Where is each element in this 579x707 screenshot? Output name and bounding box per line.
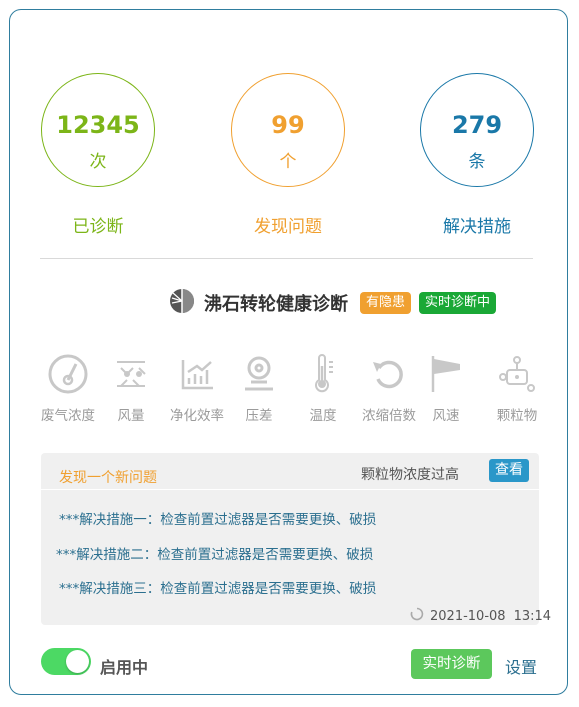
rotor-logo-icon xyxy=(168,287,196,319)
metric-pressure-difference[interactable]: 压差 xyxy=(224,352,294,424)
metric-purification-efficiency[interactable]: 净化效率 xyxy=(162,352,232,424)
problem-panel: 发现一个新问题 颗粒物浓度过高 查看 ***解决措施一：检查前置过滤器是否需要更… xyxy=(41,453,539,625)
stat-measures-value: 279 xyxy=(451,111,503,139)
stat-measures-unit: 条 xyxy=(468,152,486,172)
bar-chart-icon xyxy=(162,352,232,396)
stat-measures-label: 解决措施 xyxy=(443,217,511,237)
measure-item: ***解决措施三：检查前置过滤器是否需要更换、破损 xyxy=(59,581,377,597)
particle-icon xyxy=(482,352,552,396)
thermometer-icon xyxy=(288,352,358,396)
divider xyxy=(40,258,533,259)
problem-header: 发现一个新问题 颗粒物浓度过高 查看 xyxy=(41,453,539,490)
stat-diagnosed-value: 12345 xyxy=(56,111,140,139)
metric-exhaust-concentration[interactable]: 废气浓度 xyxy=(33,352,103,424)
loading-icon xyxy=(410,607,424,625)
problem-description: 颗粒物浓度过高 xyxy=(361,467,459,483)
metric-label: 净化效率 xyxy=(170,408,224,424)
measure-item: ***解决措施一：检查前置过滤器是否需要更换、破损 xyxy=(59,512,377,528)
metric-airflow[interactable]: 风量 xyxy=(96,352,166,424)
stat-problems-circle: 99 个 xyxy=(231,73,345,187)
stat-diagnosed-unit: 次 xyxy=(89,152,107,172)
airflow-icon xyxy=(96,352,166,396)
problem-date: 2021-10-08 xyxy=(430,608,506,624)
stat-measures-circle: 279 条 xyxy=(420,73,534,187)
problem-time: 13:14 xyxy=(513,608,552,624)
settings-link[interactable]: 设置 xyxy=(505,654,537,678)
metric-label: 颗粒物 xyxy=(496,408,538,424)
risk-badge: 有隐患 xyxy=(360,292,412,314)
stat-problems-value: 99 xyxy=(271,111,305,139)
metric-label: 废气浓度 xyxy=(41,408,95,424)
windsock-icon xyxy=(411,352,481,396)
metric-label: 温度 xyxy=(309,408,337,424)
measure-item: ***解决措施二：检查前置过滤器是否需要更换、破损 xyxy=(56,547,374,563)
metric-particulate[interactable]: 颗粒物 xyxy=(482,352,552,424)
gauge-icon xyxy=(33,352,103,396)
problem-title: 发现一个新问题 xyxy=(59,470,157,486)
stat-diagnosed-label: 已诊断 xyxy=(72,217,124,237)
realtime-diagnosis-button[interactable]: 实时诊断 xyxy=(411,649,492,679)
metric-label: 风量 xyxy=(117,408,145,424)
toggle-knob xyxy=(66,650,89,673)
metric-label: 风速 xyxy=(432,408,460,424)
pressure-icon xyxy=(224,352,294,396)
toggle-label: 启用中 xyxy=(100,658,149,677)
realtime-badge: 实时诊断中 xyxy=(419,292,497,314)
stat-diagnosed-circle: 12345 次 xyxy=(41,73,155,187)
problem-timestamp: 2021-10-08 13:14 xyxy=(410,607,551,625)
stat-problems-label: 发现问题 xyxy=(254,217,322,237)
enable-toggle[interactable] xyxy=(41,648,91,675)
metric-label: 压差 xyxy=(245,408,273,424)
stat-problems-unit: 个 xyxy=(279,152,297,172)
metric-temperature[interactable]: 温度 xyxy=(288,352,358,424)
metric-wind-speed[interactable]: 风速 xyxy=(411,352,481,424)
view-button[interactable]: 查看 xyxy=(489,459,529,482)
diagnosis-title: 沸石转轮健康诊断 xyxy=(204,294,348,315)
diagnosis-header: 沸石转轮健康诊断 有隐患 实时诊断中 xyxy=(168,287,497,319)
